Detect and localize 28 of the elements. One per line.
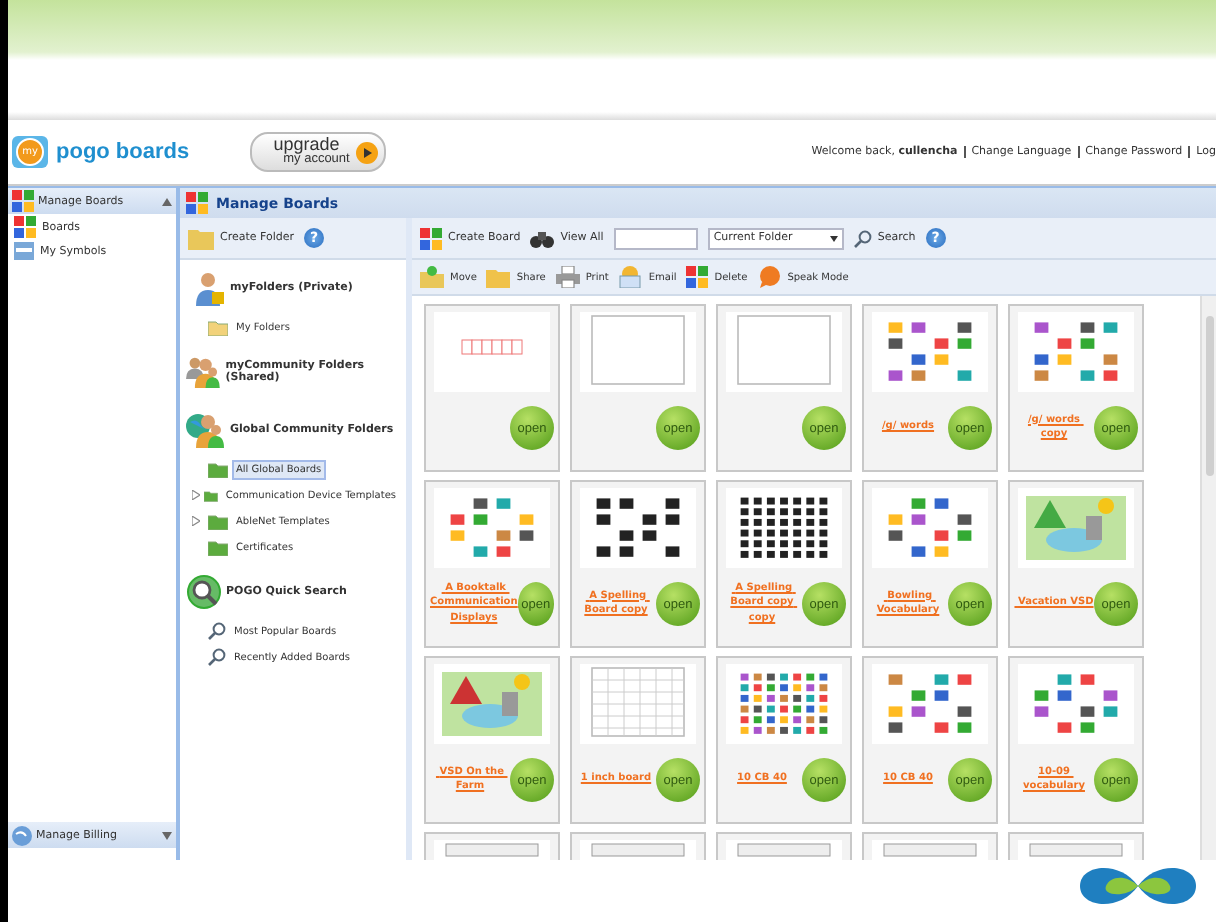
search-field[interactable] <box>613 227 698 249</box>
search-icon <box>208 622 226 640</box>
grid-icon <box>12 190 34 212</box>
scrollbar[interactable] <box>1200 296 1216 860</box>
printer-icon <box>555 266 580 288</box>
caret-icon <box>162 831 172 839</box>
grid-icon <box>420 227 442 249</box>
folder-icon <box>208 319 228 335</box>
play-icon <box>355 141 378 163</box>
people-icon <box>186 352 222 392</box>
globe-people-icon <box>186 410 226 450</box>
caret-icon <box>829 235 838 241</box>
delete-grid-icon <box>686 266 709 288</box>
caret-icon <box>162 197 172 205</box>
folder-icon <box>188 227 214 249</box>
logo-text: pogo boards <box>56 140 190 164</box>
search-icon <box>186 574 222 610</box>
grid-icon <box>186 192 208 214</box>
butterfly-logo-icon <box>1076 864 1200 908</box>
expand-icon[interactable] <box>192 516 200 526</box>
binoculars-icon <box>530 229 555 247</box>
speech-bubble-icon <box>757 266 782 288</box>
expand-icon[interactable] <box>192 490 200 500</box>
search-icon <box>853 229 872 247</box>
folder-icon <box>486 266 511 288</box>
search-icon <box>208 648 226 666</box>
list-icon <box>14 242 34 260</box>
grid-icon <box>14 216 36 238</box>
